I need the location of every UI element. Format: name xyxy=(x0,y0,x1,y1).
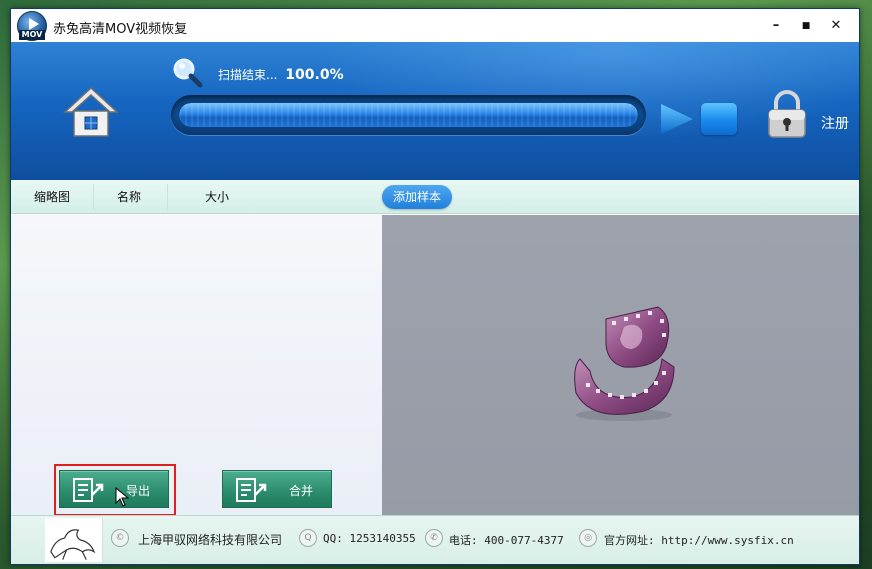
globe-icon: ◎ xyxy=(579,529,597,547)
column-headers: 缩略图 名称 大小 添加样本 xyxy=(11,180,859,214)
footer-bar: © 上海甲驭网络科技有限公司 Q QQ: 1253140355 ✆ 电话: 40… xyxy=(11,515,859,564)
phone-number: 电话: 400-077-4377 xyxy=(449,534,564,547)
minimize-button[interactable]: – xyxy=(767,17,785,35)
qq-number: QQ: 1253140355 xyxy=(323,532,416,545)
stop-button[interactable] xyxy=(701,103,737,135)
app-window: MOV 赤兔高清MOV视频恢复 – ■ ✕ 扫描结束... 100.0% 注册 … xyxy=(10,8,860,565)
maximize-button[interactable]: ■ xyxy=(797,17,815,35)
company-icon: © xyxy=(111,529,129,547)
merge-button[interactable]: 合并 xyxy=(222,470,332,508)
progress-fill xyxy=(179,103,638,127)
title-bar[interactable]: MOV 赤兔高清MOV视频恢复 – ■ ✕ xyxy=(11,9,859,42)
home-icon[interactable] xyxy=(63,84,119,140)
company-name: 上海甲驭网络科技有限公司 xyxy=(138,533,283,547)
scan-percent: 100.0% xyxy=(285,67,344,83)
phone-icon: ✆ xyxy=(425,529,443,547)
mouse-cursor-icon xyxy=(115,487,129,507)
scan-status: 扫描结束... 100.0% xyxy=(218,66,344,83)
film-reel-icon xyxy=(574,306,675,421)
close-button[interactable]: ✕ xyxy=(827,17,845,35)
merge-icon xyxy=(236,478,267,502)
header-toolbar: 扫描结束... 100.0% 注册 xyxy=(11,42,859,180)
search-icon xyxy=(173,58,203,88)
preview-pane xyxy=(382,215,859,515)
scan-progress-bar xyxy=(171,95,646,135)
website-url[interactable]: 官方网址: http://www.sysfix.cn xyxy=(604,532,794,548)
column-thumbnail[interactable]: 缩略图 xyxy=(34,180,70,214)
register-link[interactable]: 注册 xyxy=(821,113,849,133)
column-name[interactable]: 名称 xyxy=(117,180,141,214)
lock-icon[interactable] xyxy=(766,89,808,139)
window-title: 赤兔高清MOV视频恢复 xyxy=(53,22,188,37)
app-logo-icon: MOV xyxy=(17,11,47,41)
merge-label: 合并 xyxy=(289,484,314,498)
scan-status-text: 扫描结束... xyxy=(218,68,278,82)
qq-icon: Q xyxy=(299,529,317,547)
play-icon[interactable] xyxy=(659,102,695,136)
add-sample-button[interactable]: 添加样本 xyxy=(382,185,452,209)
company-logo xyxy=(45,518,103,562)
column-size[interactable]: 大小 xyxy=(205,180,229,214)
